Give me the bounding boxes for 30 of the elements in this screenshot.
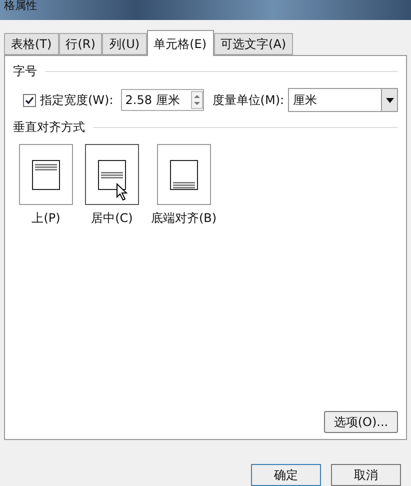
option-label: 底端对齐(B) bbox=[151, 210, 217, 227]
width-value: 2.58 厘米 bbox=[125, 92, 181, 109]
alignment-icon bbox=[98, 160, 126, 190]
width-spinner[interactable]: 2.58 厘米 bbox=[121, 89, 204, 111]
section-title: 垂直对齐方式 bbox=[13, 119, 85, 136]
cursor-icon bbox=[116, 183, 128, 201]
tab[interactable]: 表格(T) bbox=[4, 33, 59, 55]
width-checkbox[interactable] bbox=[23, 94, 36, 106]
section-title: 字号 bbox=[13, 63, 37, 80]
window-title: 格属性 bbox=[4, 0, 37, 12]
alignment-icon bbox=[170, 160, 198, 190]
alignment-option[interactable] bbox=[85, 144, 139, 205]
dialog-button[interactable]: 确定 bbox=[251, 464, 321, 486]
checkbox-label: 指定宽度(W): bbox=[40, 92, 114, 109]
tab[interactable]: 可选文字(A) bbox=[214, 33, 294, 55]
unit-dropdown[interactable]: 厘米 bbox=[288, 88, 398, 112]
alignment-icon bbox=[32, 160, 60, 190]
tab[interactable]: 单元格(E) bbox=[146, 30, 214, 56]
tab[interactable]: 行(R) bbox=[58, 33, 102, 55]
unit-label: 度量单位(M): bbox=[212, 92, 284, 109]
alignment-option[interactable] bbox=[156, 144, 211, 205]
tab[interactable]: 列(U) bbox=[102, 33, 147, 55]
checkmark-icon bbox=[25, 96, 34, 104]
alignment-option[interactable] bbox=[19, 144, 73, 205]
option-label: 上(P) bbox=[32, 210, 60, 227]
option-label: 居中(C) bbox=[91, 210, 133, 227]
spinner-arrows-icon[interactable] bbox=[191, 91, 204, 109]
dropdown-caret-icon bbox=[381, 89, 397, 111]
dialog-button[interactable]: 取消 bbox=[331, 464, 401, 486]
options-button[interactable]: 选项(O)... bbox=[324, 411, 398, 433]
